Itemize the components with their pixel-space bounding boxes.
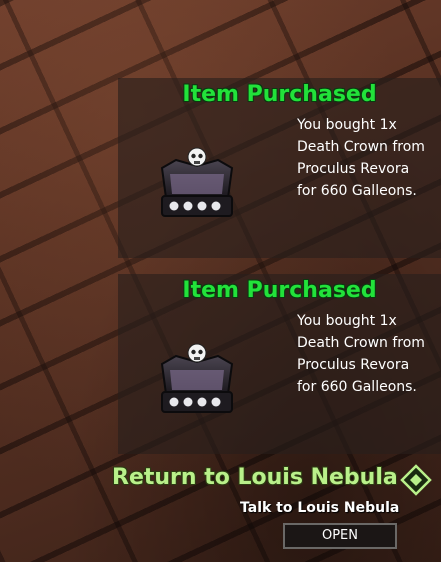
open-button[interactable]: OPEN — [283, 523, 397, 549]
message-line: Proculus Revora — [297, 357, 410, 373]
message-line: You bought 1x — [297, 117, 397, 133]
notification-message: You bought 1x Death Crown from Proculus … — [297, 310, 441, 398]
message-line: Death Crown from — [297, 139, 425, 155]
purchase-notification: Item Purchased You bought 1x Death Crown… — [118, 78, 441, 258]
notification-title: Item Purchased — [182, 82, 377, 107]
notification-title: Item Purchased — [182, 278, 377, 303]
message-line: Death Crown from — [297, 335, 425, 351]
message-line: You bought 1x — [297, 313, 397, 329]
message-line: for 660 Galleons. — [297, 379, 417, 395]
purchase-notification: Item Purchased You bought 1x Death Crown… — [118, 274, 441, 454]
death-crown-icon — [160, 343, 234, 413]
message-line: for 660 Galleons. — [297, 183, 417, 199]
quest-prompt-title: Return to Louis Nebula — [112, 465, 398, 490]
message-line: Proculus Revora — [297, 161, 410, 177]
death-crown-icon — [160, 147, 234, 217]
diamond-quest-icon — [400, 464, 432, 496]
quest-prompt-subtitle: Talk to Louis Nebula — [240, 500, 400, 516]
game-viewport: Item Purchased You bought 1x Death Crown… — [0, 0, 441, 562]
notification-message: You bought 1x Death Crown from Proculus … — [297, 114, 441, 202]
